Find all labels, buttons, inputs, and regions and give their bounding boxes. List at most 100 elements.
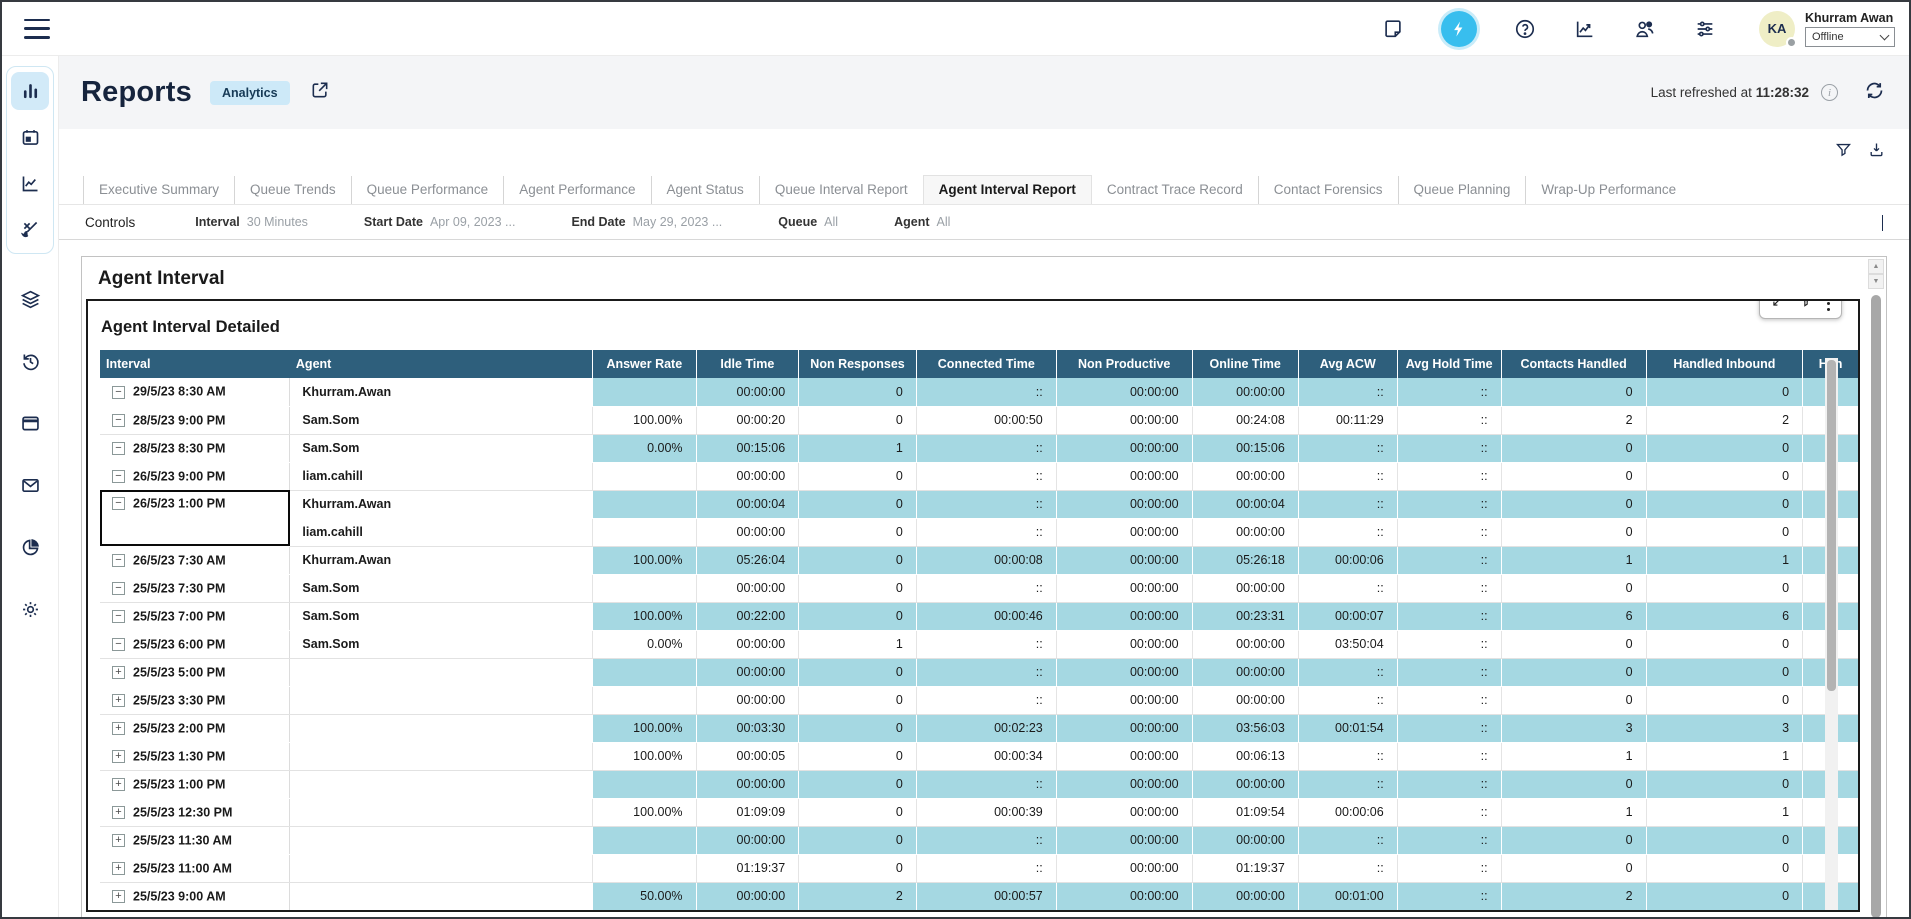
data-cell[interactable]: 01:19:37 [1192,854,1298,882]
data-cell[interactable]: 00:00:00 [1192,686,1298,714]
kebab-menu-icon[interactable] [1827,299,1830,311]
column-header-answer-rate[interactable]: Answer Rate [593,350,696,378]
data-cell[interactable]: 00:00:00 [696,378,799,406]
data-cell[interactable]: 0 [799,798,917,826]
data-cell[interactable]: 00:22:00 [696,602,799,630]
data-cell[interactable]: :: [1397,462,1501,490]
interval-cell-selected[interactable]: −26/5/23 1:00 PM [100,490,290,546]
data-cell[interactable]: 05:26:18 [1192,546,1298,574]
sidebar-item-settings[interactable] [11,590,49,628]
data-cell[interactable]: :: [1298,742,1397,770]
data-cell[interactable]: 00:00:00 [696,770,799,798]
data-cell[interactable]: 00:00:00 [1056,378,1192,406]
controls-bar[interactable]: Controls Interval 30 Minutes Start Date … [59,205,1909,240]
data-cell[interactable]: 00:00:00 [1056,658,1192,686]
interval-cell[interactable]: +25/5/23 2:00 PM [100,714,290,742]
data-cell[interactable] [593,854,696,882]
sidebar-item-layers[interactable] [11,280,49,318]
data-cell[interactable]: 00:03:30 [696,714,799,742]
data-cell[interactable]: 00:00:00 [696,826,799,854]
data-cell[interactable]: 100.00% [593,602,696,630]
data-cell[interactable]: :: [916,658,1056,686]
interval-cell[interactable]: −26/5/23 9:00 PM [100,462,290,490]
data-cell[interactable]: 00:00:00 [1056,826,1192,854]
filter-icon[interactable] [1835,141,1852,163]
interval-cell[interactable]: +25/5/23 3:30 PM [100,686,290,714]
data-cell[interactable]: 1 [1646,742,1802,770]
info-icon[interactable]: i [1821,84,1838,101]
collapse-toggle-icon[interactable]: − [112,497,125,510]
data-cell[interactable]: 00:00:00 [696,518,799,546]
data-cell[interactable]: 00:00:00 [1192,630,1298,658]
data-cell[interactable]: 00:00:08 [916,546,1056,574]
data-cell[interactable]: 1 [1501,798,1646,826]
agent-cell[interactable]: Sam.Som [290,574,593,602]
collapse-toggle-icon[interactable]: − [112,442,125,455]
data-cell[interactable]: 00:00:00 [1056,714,1192,742]
table-scrollbar-thumb[interactable] [1827,360,1836,691]
data-cell[interactable]: 0 [1501,826,1646,854]
data-cell[interactable]: 00:15:06 [696,434,799,462]
control-field[interactable]: Queue All [778,215,838,229]
data-cell[interactable]: 00:24:08 [1192,406,1298,434]
data-cell[interactable]: 0 [799,854,917,882]
sidebar-item-browser[interactable] [11,404,49,442]
data-cell[interactable]: :: [1397,714,1501,742]
data-cell[interactable]: 0 [799,490,917,518]
data-cell[interactable]: :: [1397,686,1501,714]
data-cell[interactable]: 0 [1646,434,1802,462]
data-cell[interactable]: 00:01:00 [1298,882,1397,910]
data-cell[interactable]: 00:11:29 [1298,406,1397,434]
expand-toggle-icon[interactable]: + [112,666,125,679]
data-cell[interactable]: 1 [1501,742,1646,770]
column-header-handled-inbound[interactable]: Handled Inbound [1646,350,1802,378]
report-tab[interactable]: Executive Summary [83,176,234,204]
data-cell[interactable]: 0 [1501,686,1646,714]
data-cell[interactable]: :: [916,770,1056,798]
sidebar-item-reports[interactable] [11,72,49,110]
data-cell[interactable]: :: [1298,434,1397,462]
data-cell[interactable]: 2 [1646,406,1802,434]
notes-icon[interactable] [1381,17,1405,41]
data-cell[interactable]: 0 [1501,518,1646,546]
controls-chevron-down-icon[interactable] [1882,215,1883,230]
expand-toggle-icon[interactable]: + [112,778,125,791]
report-tab[interactable]: Agent Interval Report [923,175,1092,204]
agent-cell[interactable] [290,742,593,770]
interval-cell[interactable]: −28/5/23 8:30 PM [100,434,290,462]
agent-cell[interactable]: Khurram.Awan [290,546,593,574]
outer-scrollbar-thumb[interactable] [1871,295,1881,918]
collapse-toggle-icon[interactable]: − [112,414,125,427]
data-cell[interactable]: 0 [1646,378,1802,406]
data-cell[interactable]: 6 [1501,602,1646,630]
metrics-icon[interactable] [1573,17,1597,41]
interval-cell[interactable]: +25/5/23 11:30 AM [100,826,290,854]
data-cell[interactable]: :: [916,490,1056,518]
sidebar-item-mail[interactable] [11,466,49,504]
agent-cell[interactable]: Sam.Som [290,630,593,658]
expand-toggle-icon[interactable]: + [112,806,125,819]
data-cell[interactable]: :: [1298,658,1397,686]
data-cell[interactable]: 00:00:00 [1056,686,1192,714]
data-cell[interactable]: :: [1397,546,1501,574]
data-cell[interactable]: 00:00:00 [1192,882,1298,910]
data-cell[interactable]: :: [1397,406,1501,434]
collapse-toggle-icon[interactable]: − [112,470,125,483]
data-cell[interactable]: 00:00:00 [696,630,799,658]
data-cell[interactable]: :: [1397,770,1501,798]
agent-cell[interactable] [290,826,593,854]
data-cell[interactable]: 00:00:00 [1056,406,1192,434]
data-cell[interactable]: 50.00% [593,882,696,910]
data-cell[interactable] [593,826,696,854]
data-cell[interactable]: 0 [1501,770,1646,798]
data-cell[interactable]: :: [1397,798,1501,826]
data-cell[interactable] [593,770,696,798]
data-cell[interactable]: 00:00:00 [1056,546,1192,574]
agent-cell[interactable] [290,686,593,714]
data-cell[interactable]: 00:00:00 [1056,798,1192,826]
data-cell[interactable]: 00:00:00 [1056,490,1192,518]
data-cell[interactable]: 0 [799,686,917,714]
data-cell[interactable]: 00:00:00 [696,462,799,490]
data-cell[interactable]: 0 [799,574,917,602]
data-cell[interactable]: :: [1397,882,1501,910]
